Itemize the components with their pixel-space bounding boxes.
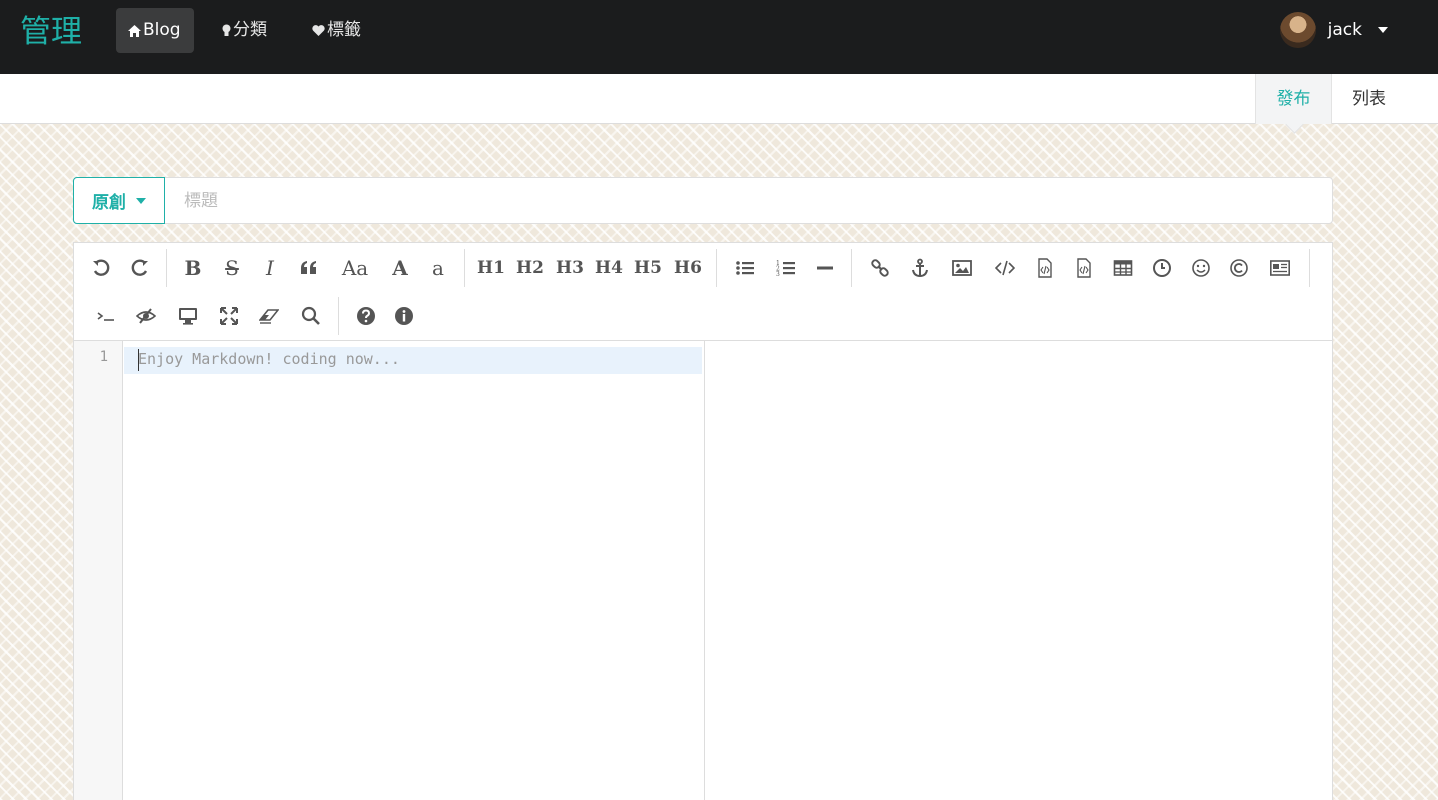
toolbar-divider bbox=[464, 249, 465, 287]
post-type-dropdown[interactable]: 原創 bbox=[73, 177, 165, 224]
emoji-icon[interactable] bbox=[1186, 253, 1216, 283]
sub-navbar: 發布 列表 bbox=[0, 74, 1438, 124]
toolbar-divider bbox=[716, 249, 717, 287]
line-number: 1 bbox=[99, 349, 108, 365]
editor-toolbar: B S I Aa A a H1 H2 H3 H4 H5 H6 123 bbox=[74, 243, 1332, 341]
user-menu[interactable]: jack bbox=[1279, 12, 1388, 48]
username: jack bbox=[1327, 20, 1362, 40]
anchor-icon[interactable] bbox=[905, 253, 935, 283]
chevron-down-icon bbox=[1378, 27, 1388, 33]
terminal-icon[interactable] bbox=[91, 301, 121, 331]
help-icon[interactable] bbox=[351, 301, 381, 331]
italic-icon[interactable]: I bbox=[255, 253, 285, 283]
strikethrough-icon[interactable]: S bbox=[217, 253, 247, 283]
h2-icon[interactable]: H2 bbox=[515, 253, 545, 283]
toolbar-divider bbox=[166, 249, 167, 287]
editor-placeholder: Enjoy Markdown! coding now... bbox=[138, 350, 400, 368]
title-row: 原創 bbox=[73, 177, 1333, 224]
nav-item-tags[interactable]: 標籤 bbox=[300, 8, 373, 53]
clock-icon[interactable] bbox=[1147, 253, 1177, 283]
toolbar-divider bbox=[338, 297, 339, 335]
toolbar-divider bbox=[1309, 249, 1310, 287]
code-block-icon[interactable] bbox=[1030, 253, 1060, 283]
top-navbar: 管理 Blog 分類 標籤 jack bbox=[0, 0, 1438, 74]
nav-item-label: Blog bbox=[143, 20, 181, 40]
nav-item-category[interactable]: 分類 bbox=[210, 8, 279, 53]
nav-item-blog[interactable]: Blog bbox=[116, 8, 194, 53]
text-cursor bbox=[138, 349, 139, 371]
link-icon[interactable] bbox=[865, 253, 895, 283]
title-input[interactable] bbox=[184, 178, 1284, 223]
search-icon[interactable] bbox=[296, 301, 326, 331]
desktop-icon[interactable] bbox=[173, 301, 203, 331]
eraser-icon[interactable] bbox=[254, 301, 284, 331]
eye-slash-icon[interactable] bbox=[131, 301, 161, 331]
redo-icon[interactable] bbox=[125, 253, 155, 283]
code-editor[interactable]: Enjoy Markdown! coding now... bbox=[124, 341, 704, 800]
nav-item-label: 標籤 bbox=[327, 20, 361, 40]
image-icon[interactable] bbox=[947, 253, 977, 283]
markdown-editor: B S I Aa A a H1 H2 H3 H4 H5 H6 123 1 Enj… bbox=[73, 242, 1333, 800]
home-icon bbox=[128, 24, 141, 37]
h5-icon[interactable]: H5 bbox=[633, 253, 663, 283]
lowercase-icon[interactable]: a bbox=[423, 253, 453, 283]
quote-icon[interactable] bbox=[294, 253, 324, 283]
line-number-gutter: 1 bbox=[74, 341, 123, 800]
info-icon[interactable] bbox=[389, 301, 419, 331]
lightbulb-icon bbox=[222, 24, 231, 37]
nav-item-label: 分類 bbox=[233, 20, 267, 40]
unordered-list-icon[interactable] bbox=[730, 253, 760, 283]
uppercase-icon[interactable]: Aa bbox=[338, 253, 372, 283]
copyright-icon[interactable] bbox=[1224, 253, 1254, 283]
ordered-list-icon[interactable]: 123 bbox=[771, 253, 801, 283]
tab-publish[interactable]: 發布 bbox=[1255, 74, 1332, 124]
h1-icon[interactable]: H1 bbox=[476, 253, 506, 283]
horizontal-rule-icon[interactable] bbox=[810, 253, 840, 283]
brand-logo[interactable]: 管理 bbox=[20, 12, 82, 52]
tab-list[interactable]: 列表 bbox=[1333, 74, 1405, 124]
h4-icon[interactable]: H4 bbox=[594, 253, 624, 283]
pagebreak-icon[interactable] bbox=[1265, 253, 1295, 283]
undo-icon[interactable] bbox=[86, 253, 116, 283]
markdown-preview bbox=[704, 341, 1332, 800]
chevron-down-icon bbox=[136, 197, 146, 204]
table-icon[interactable] bbox=[1108, 253, 1138, 283]
bold-icon[interactable]: B bbox=[178, 253, 208, 283]
avatar bbox=[1279, 12, 1316, 48]
preformatted-text-icon[interactable] bbox=[1069, 253, 1099, 283]
post-type-label: 原創 bbox=[92, 193, 126, 213]
capitalize-icon[interactable]: A bbox=[385, 253, 415, 283]
fullscreen-icon[interactable] bbox=[214, 301, 244, 331]
toolbar-divider bbox=[851, 249, 852, 287]
heart-icon bbox=[312, 24, 325, 37]
svg-text:3: 3 bbox=[776, 271, 780, 278]
h6-icon[interactable]: H6 bbox=[673, 253, 703, 283]
h3-icon[interactable]: H3 bbox=[555, 253, 585, 283]
code-icon[interactable] bbox=[990, 253, 1020, 283]
